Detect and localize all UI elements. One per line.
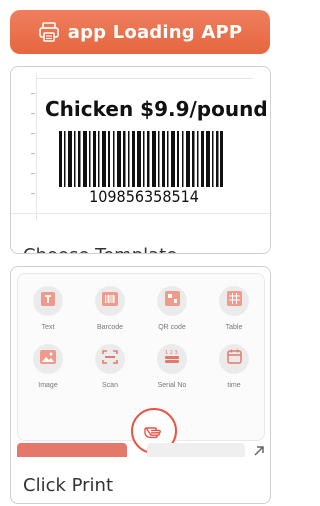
card-divider — [11, 213, 270, 214]
banner-title: app Loading APP — [67, 21, 243, 43]
horizontal-ruler — [37, 73, 253, 79]
share-arrow-icon[interactable] — [253, 445, 265, 457]
tool-label: Barcode — [96, 324, 124, 331]
barcode-number: 109856358514 — [89, 187, 199, 206]
label-preview: Chicken $9.9/pound 109856358514 — [29, 73, 268, 223]
printer-app-icon — [38, 21, 60, 43]
tool-label: Table — [225, 324, 243, 331]
image-icon — [40, 349, 56, 369]
text-icon — [40, 291, 56, 312]
app-loading-banner[interactable]: app Loading APP — [10, 10, 270, 54]
save-button[interactable] — [147, 443, 245, 457]
tool-label: Serial No — [157, 382, 187, 389]
tool-table[interactable]: Table — [204, 286, 264, 331]
qr-code-icon — [164, 291, 180, 311]
tools-panel: Text Barcode QR code Table Image Scan 1 … — [17, 273, 265, 454]
choose-template-card[interactable]: Chicken $9.9/pound 109856358514 — [10, 66, 271, 254]
tool-label: Image — [38, 382, 58, 389]
click-print-card[interactable]: Text Barcode QR code Table Image Scan 1 … — [10, 266, 271, 504]
tool-image[interactable]: Image — [18, 344, 78, 389]
label-product-text: Chicken $9.9/pound — [45, 97, 268, 121]
table-icon — [226, 291, 242, 311]
tool-scan[interactable]: Scan — [80, 344, 140, 389]
tool-label: Scan — [102, 382, 118, 389]
tool-barcode[interactable]: Barcode — [80, 286, 140, 331]
barcode-icon — [102, 291, 118, 311]
action-bar — [17, 443, 265, 457]
tool-label: Text — [41, 324, 55, 331]
choose-template-caption: Choose Template — [23, 245, 177, 253]
tool-label: time — [227, 382, 241, 389]
click-print-caption: Click Print — [23, 475, 114, 496]
tool-time[interactable]: time — [204, 344, 264, 389]
tool-text[interactable]: Text — [18, 286, 78, 331]
svg-text:1 2 3: 1 2 3 — [165, 350, 178, 356]
tool-serial-no[interactable]: 1 2 3 Serial No — [142, 344, 202, 389]
calendar-icon — [226, 349, 242, 369]
scan-icon — [102, 349, 118, 369]
tool-qr-code[interactable]: QR code — [142, 286, 202, 331]
vertical-ruler — [29, 73, 37, 221]
print-button[interactable] — [17, 443, 127, 457]
serial-number-icon: 1 2 3 — [164, 349, 180, 369]
barcode-graphic — [59, 131, 223, 187]
tool-label: QR code — [158, 324, 186, 331]
